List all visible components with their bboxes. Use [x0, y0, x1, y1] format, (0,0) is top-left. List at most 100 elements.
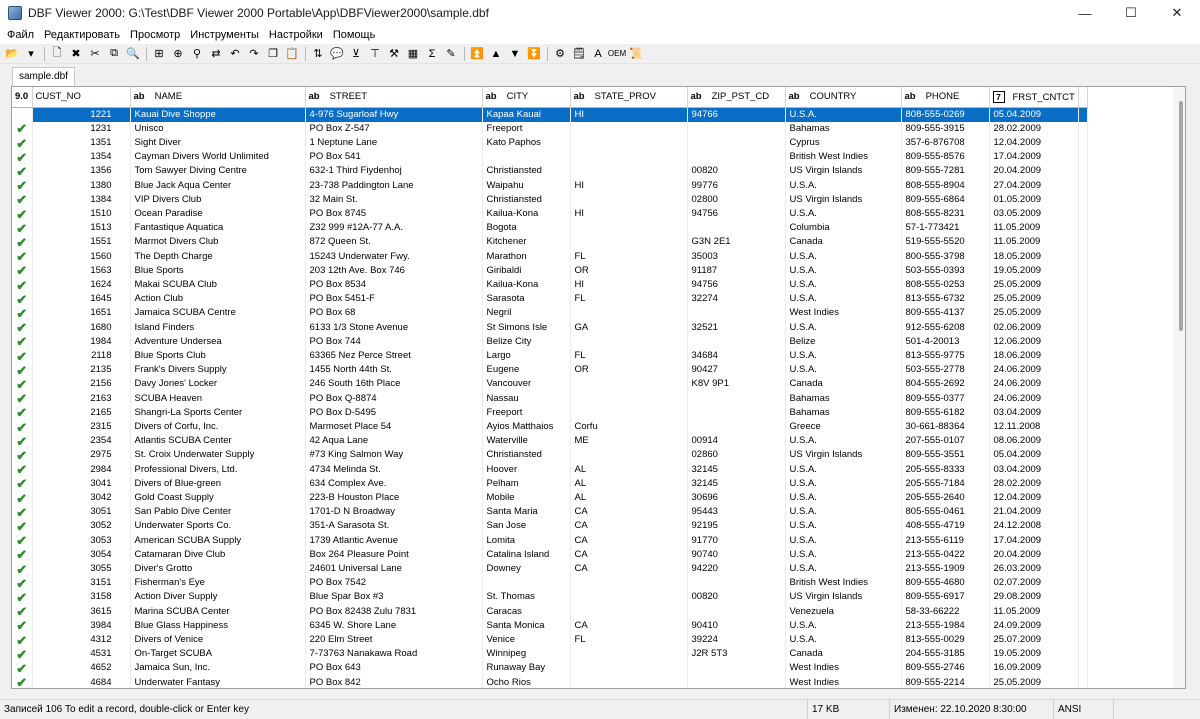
cell-state[interactable]	[570, 164, 688, 179]
cell-state[interactable]: FL	[570, 249, 688, 264]
table-row[interactable]: ✔ 1984 Adventure Undersea PO Box 744 Belize …	[12, 334, 1088, 349]
table-row[interactable]: ✔ 3151 Fisherman's Eye PO Box 7542 British W…	[12, 576, 1088, 591]
cell-contact[interactable]: 12.06.2009	[989, 334, 1079, 349]
brush-icon[interactable]: ✎	[442, 46, 460, 62]
redo-icon[interactable]: ↷	[245, 46, 263, 62]
cell-zip[interactable]: 02860	[687, 448, 786, 463]
cell-name[interactable]: Kauai Dive Shoppe	[130, 107, 306, 122]
cell-zip[interactable]: 95443	[687, 505, 786, 520]
append-icon[interactable]: ⊕	[169, 46, 187, 62]
cell-country[interactable]: U.S.A.	[785, 363, 902, 378]
table-row[interactable]: ✔ 4684 Underwater Fantasy PO Box 842 Ocho Ri…	[12, 675, 1088, 688]
cell-street[interactable]: PO Box 643	[305, 661, 483, 676]
cell-phone[interactable]: 58-33-66222	[901, 604, 990, 619]
cell-cust_no[interactable]: 1645	[32, 292, 131, 307]
cell-cust_no[interactable]: 2135	[32, 363, 131, 378]
table-row[interactable]: ✔ 1651 Jamaica SCUBA Centre PO Box 68 Negril…	[12, 306, 1088, 321]
table-row[interactable]: ✔ 3052 Underwater Sports Co. 351-A Sarasota…	[12, 519, 1088, 534]
cell-zip[interactable]: 30696	[687, 490, 786, 506]
cell-state[interactable]	[570, 121, 688, 136]
cell-country[interactable]: Belize	[785, 334, 902, 349]
menu-settings[interactable]: Настройки	[264, 29, 328, 41]
close-button[interactable]: ✕	[1154, 0, 1200, 26]
cell-city[interactable]: Santa Maria	[482, 505, 571, 520]
cell-name[interactable]: Makai SCUBA Club	[130, 277, 306, 293]
cell-name[interactable]: American SCUBA Supply	[130, 533, 306, 548]
column-header-city[interactable]: ab CITY	[482, 87, 571, 108]
cell-zip[interactable]: K8V 9P1	[687, 377, 786, 392]
prev-record-icon[interactable]: ▲	[487, 46, 505, 62]
cell-contact[interactable]: 12.04.2009	[989, 490, 1079, 506]
cell-contact[interactable]: 21.04.2009	[989, 505, 1079, 520]
cell-country[interactable]: U.S.A.	[785, 348, 902, 364]
open-folder-icon[interactable]: 📂	[3, 46, 21, 62]
cell-phone[interactable]: 805-555-0461	[901, 505, 990, 520]
cell-city[interactable]: St Simons Isle	[482, 320, 571, 335]
table-row[interactable]: ✔ 1645 Action Club PO Box 5451-F Sarasota FL 3…	[12, 292, 1088, 307]
cell-name[interactable]: Action Diver Supply	[130, 590, 306, 605]
cell-country[interactable]: U.S.A.	[785, 292, 902, 307]
cell-state[interactable]: AL	[570, 476, 688, 491]
cell-state[interactable]: FL	[570, 292, 688, 307]
tools-icon[interactable]: ⚒	[385, 46, 403, 62]
cell-cust_no[interactable]: 3054	[32, 547, 131, 562]
cell-zip[interactable]	[687, 661, 786, 676]
note-icon[interactable]: 🗒	[570, 46, 588, 62]
cell-cust_no[interactable]: 1221	[32, 107, 131, 122]
table-row[interactable]: ✔ 2156 Davy Jones' Locker 246 South 16th Pl…	[12, 377, 1088, 392]
cell-country[interactable]: U.S.A.	[785, 107, 902, 122]
cell-country[interactable]: U.S.A.	[785, 618, 902, 634]
cell-zip[interactable]	[687, 221, 786, 236]
cell-phone[interactable]: 809-555-3551	[901, 448, 990, 463]
cell-country[interactable]: U.S.A.	[785, 249, 902, 264]
cell-contact[interactable]: 01.05.2009	[989, 192, 1079, 207]
cell-name[interactable]: Professional Divers, Ltd.	[130, 462, 306, 477]
cell-contact[interactable]: 19.05.2009	[989, 647, 1079, 662]
cell-zip[interactable]: 32521	[687, 320, 786, 335]
cell-street[interactable]: 63365 Nez Perce Street	[305, 348, 483, 364]
cell-phone[interactable]: 207-555-0107	[901, 434, 990, 449]
cell-contact[interactable]: 26.03.2009	[989, 562, 1079, 577]
cell-city[interactable]: Caracas	[482, 604, 571, 619]
table-row[interactable]: ✔ 3041 Divers of Blue-green 634 Complex Ave…	[12, 476, 1088, 491]
cell-zip[interactable]: 39224	[687, 633, 786, 648]
cell-cust_no[interactable]: 2118	[32, 348, 131, 364]
minimize-button[interactable]: —	[1062, 0, 1108, 26]
cell-zip[interactable]: 94766	[687, 107, 786, 122]
cell-phone[interactable]: 809-555-4137	[901, 306, 990, 321]
cell-zip[interactable]: 32145	[687, 462, 786, 477]
cell-street[interactable]: 1701-D N Broadway	[305, 505, 483, 520]
cell-name[interactable]: Blue Sports	[130, 263, 306, 278]
column-header-cust_no[interactable]: CUST_NO	[32, 87, 131, 108]
cell-contact[interactable]: 25.05.2009	[989, 277, 1079, 293]
cell-phone[interactable]: 809-555-7281	[901, 164, 990, 179]
cell-name[interactable]: SCUBA Heaven	[130, 391, 306, 406]
cell-zip[interactable]: 92195	[687, 519, 786, 534]
cell-zip[interactable]: 91187	[687, 263, 786, 278]
cell-city[interactable]	[482, 150, 571, 165]
cell-contact[interactable]: 20.04.2009	[989, 547, 1079, 562]
cell-contact[interactable]: 03.04.2009	[989, 462, 1079, 477]
cell-country[interactable]: Greece	[785, 419, 902, 435]
cell-name[interactable]: Tom Sawyer Diving Centre	[130, 164, 306, 179]
cell-zip[interactable]: 35003	[687, 249, 786, 264]
tab-sample-dbf[interactable]: sample.dbf	[12, 67, 75, 86]
cell-zip[interactable]: 94756	[687, 277, 786, 293]
cell-state[interactable]: CA	[570, 562, 688, 577]
cell-zip[interactable]	[687, 135, 786, 151]
cell-street[interactable]: 7-73763 Nanakawa Road	[305, 647, 483, 662]
cell-cust_no[interactable]: 1231	[32, 121, 131, 136]
cell-name[interactable]: On-Target SCUBA	[130, 647, 306, 662]
cell-contact[interactable]: 05.04.2009	[989, 107, 1079, 122]
table-row[interactable]: ✔ 1551 Marmot Divers Club 872 Queen St. Kitc…	[12, 235, 1088, 250]
cell-state[interactable]	[570, 604, 688, 619]
cell-cust_no[interactable]: 2354	[32, 434, 131, 449]
cell-contact[interactable]: 20.04.2009	[989, 164, 1079, 179]
cell-zip[interactable]: 99776	[687, 178, 786, 193]
insert-record-icon[interactable]: ⊞	[150, 46, 168, 62]
table-row[interactable]: ✔ 1231 Unisco PO Box Z-547 Freeport Bahamas 80…	[12, 121, 1088, 136]
cell-cust_no[interactable]: 1551	[32, 235, 131, 250]
table-row[interactable]: ✔ 3051 San Pablo Dive Center 1701-D N Broad…	[12, 505, 1088, 520]
cell-name[interactable]: Shangri-La Sports Center	[130, 405, 306, 420]
cell-street[interactable]: PO Box 7542	[305, 576, 483, 591]
